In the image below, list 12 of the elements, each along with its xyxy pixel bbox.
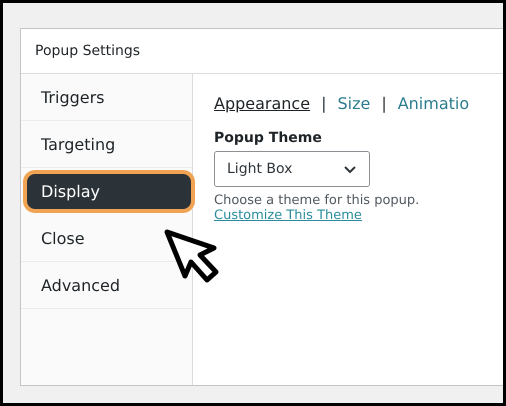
- tab-separator: |: [381, 94, 387, 113]
- field-label: Popup Theme: [214, 130, 322, 146]
- panel-title: Popup Settings: [35, 43, 140, 59]
- sidebar-item[interactable]: Display: [23, 170, 195, 213]
- tab-separator: |: [321, 94, 326, 113]
- tab[interactable]: Size: [337, 94, 370, 113]
- theme-dropdown[interactable]: Light Box: [214, 151, 370, 187]
- chevron-icon: [343, 164, 357, 174]
- help-text: Choose a theme for this popup.: [214, 193, 420, 208]
- customize-link[interactable]: Customize This Theme: [214, 208, 362, 223]
- tab[interactable]: Animatio: [398, 94, 470, 113]
- tab[interactable]: Appearance: [214, 94, 310, 113]
